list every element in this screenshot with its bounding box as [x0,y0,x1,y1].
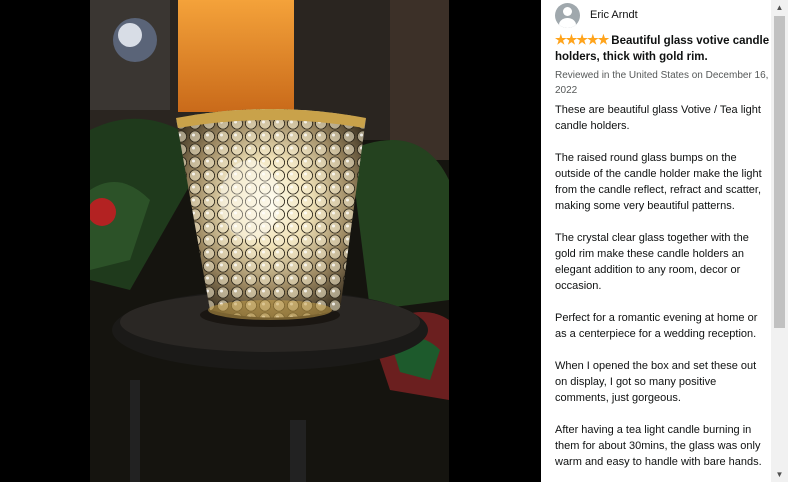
scroll-up-arrow-icon[interactable]: ▲ [771,0,788,15]
star-rating: ★★★★★ [555,32,609,47]
image-viewer [0,0,541,482]
review-date: Reviewed in the United States on Decembe… [555,70,769,96]
candle-holder-photo [90,0,449,482]
reviewer-name[interactable]: Eric Arndt [590,9,638,21]
review-paragraph: The crystal clear glass together with th… [555,232,749,292]
review-photo[interactable] [90,0,449,482]
scrollbar[interactable]: ▲ ▼ [771,0,788,482]
review-panel: Eric Arndt ★★★★★ Beautiful glass votive c… [541,0,788,482]
review-paragraph: When I opened the box and set these out … [555,360,757,404]
reviewer: Eric Arndt [555,1,770,29]
review-body: These are beautiful glass Votive / Tea l… [555,102,770,470]
review-paragraph: Perfect for a romantic evening at home o… [555,312,758,340]
review-paragraph: After having a tea light candle burning … [555,424,762,468]
review-content: Eric Arndt ★★★★★ Beautiful glass votive c… [555,0,770,482]
review-paragraph: These are beautiful glass Votive / Tea l… [555,104,761,132]
review-paragraph: The raised round glass bumps on the outs… [555,152,762,212]
avatar-icon [555,2,580,28]
scroll-thumb[interactable] [774,16,785,328]
review-title-row: ★★★★★ Beautiful glass votive candle holde… [555,32,770,65]
scroll-down-arrow-icon[interactable]: ▼ [771,467,788,482]
